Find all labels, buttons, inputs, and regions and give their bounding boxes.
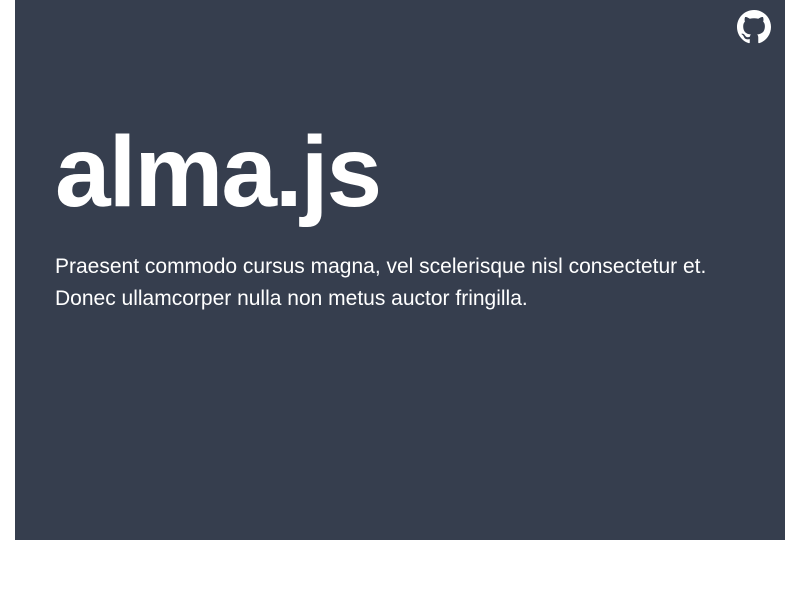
github-link[interactable] [737, 12, 771, 46]
page-title: alma.js [55, 120, 745, 225]
github-icon [737, 10, 771, 49]
page-subtitle: Praesent commodo cursus magna, vel scele… [55, 251, 745, 314]
hero-section: alma.js Praesent commodo cursus magna, v… [15, 0, 785, 540]
